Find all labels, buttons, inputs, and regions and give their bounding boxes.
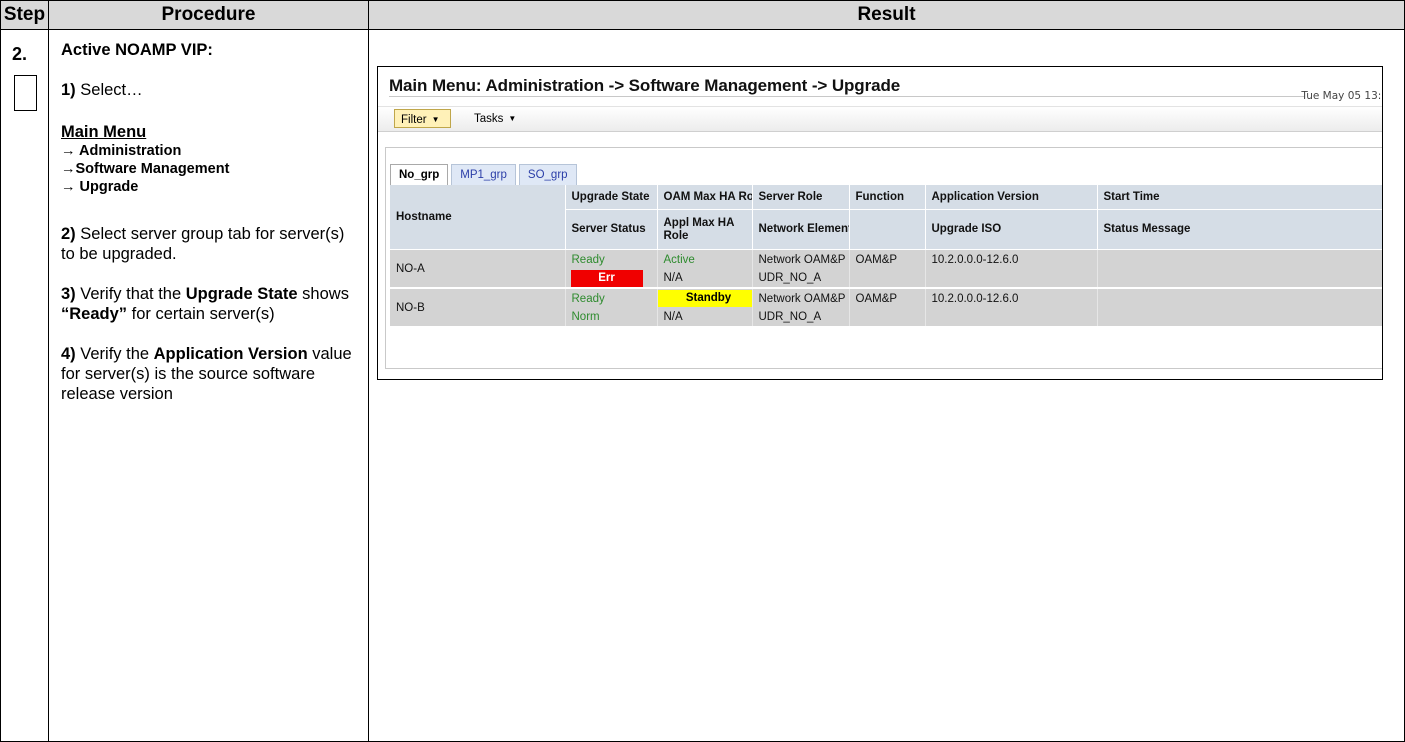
upgrade-table: Hostname Upgrade State OAM Max HA Role S… bbox=[390, 185, 1382, 326]
screen-title: Main Menu: Administration -> Software Ma… bbox=[389, 76, 901, 95]
network-element-cell: UDR_NO_A bbox=[752, 269, 850, 288]
tab-mp1-grp[interactable]: MP1_grp bbox=[451, 164, 516, 185]
step-header: Step bbox=[0, 0, 49, 30]
tasks-button[interactable]: Tasks ▼ bbox=[474, 109, 516, 128]
status-message-cell bbox=[1097, 269, 1382, 288]
blank-cell bbox=[849, 269, 926, 288]
status-message-cell bbox=[1097, 308, 1382, 326]
blank-cell bbox=[849, 308, 926, 326]
tab-no-grp[interactable]: No_grp bbox=[390, 164, 449, 187]
menu-item-upgrade: → Upgrade bbox=[61, 179, 139, 195]
application-version-cell: 10.2.0.0.0-12.6.0 bbox=[925, 287, 1098, 308]
network-element-cell: UDR_NO_A bbox=[752, 308, 850, 326]
col-oam-max-ha-role[interactable]: OAM Max HA Role bbox=[657, 185, 753, 210]
title-divider bbox=[389, 96, 1304, 97]
menu-title: Main Menu bbox=[61, 123, 147, 141]
start-time-cell bbox=[1097, 287, 1382, 308]
status-badge: Err bbox=[570, 269, 643, 287]
function-cell: OAM&P bbox=[849, 287, 926, 308]
col-server-status[interactable]: Server Status bbox=[565, 209, 658, 250]
appl-max-ha-role-cell: N/A bbox=[657, 308, 753, 326]
role-badge: Standby bbox=[657, 290, 751, 307]
hostname-cell: NO-A bbox=[390, 249, 566, 288]
step-3: 3) Verify that the Upgrade State shows “… bbox=[61, 285, 349, 323]
col-network-element[interactable]: Network Element bbox=[752, 209, 850, 250]
filter-dropdown-icon: ▼ bbox=[431, 115, 440, 124]
server-role-cell: Network OAM&P bbox=[752, 287, 850, 308]
col-server-role[interactable]: Server Role bbox=[752, 185, 850, 210]
result-header: Result bbox=[368, 0, 1405, 30]
oam-max-ha-role-cell: Active bbox=[657, 249, 753, 269]
col-start-time[interactable]: Start Time bbox=[1097, 185, 1382, 210]
col-status-message[interactable]: Status Message bbox=[1097, 209, 1382, 250]
upgrade-iso-cell bbox=[925, 308, 1098, 326]
col-upgrade-state[interactable]: Upgrade State bbox=[565, 185, 658, 210]
col-hostname[interactable]: Hostname bbox=[390, 185, 566, 250]
table-row[interactable]: NO-A Ready Active Network OAM&P OAM&P 10… bbox=[390, 249, 1382, 288]
step-cell: 2. bbox=[0, 29, 49, 742]
col-blank bbox=[849, 209, 926, 250]
col-application-version[interactable]: Application Version bbox=[925, 185, 1098, 210]
tab-so-grp[interactable]: SO_grp bbox=[518, 164, 577, 185]
toolbar: Filter ▼ Tasks ▼ bbox=[378, 106, 1382, 132]
datetime-label: Tue May 05 13:3 bbox=[1301, 90, 1383, 102]
table-row[interactable]: NO-B Ready Standby Network OAM&P OAM&P 1… bbox=[390, 287, 1382, 326]
server-status-cell: Err bbox=[565, 269, 658, 288]
upgrade-state-cell: Ready bbox=[565, 287, 658, 308]
appl-max-ha-role-cell: N/A bbox=[657, 269, 753, 288]
application-version-cell: 10.2.0.0.0-12.6.0 bbox=[925, 249, 1098, 269]
tab-panel: No_grp MP1_grp SO_grp Hostname Upgrade S… bbox=[385, 147, 1382, 369]
step-number: 2. bbox=[12, 44, 28, 64]
col-upgrade-iso[interactable]: Upgrade ISO bbox=[925, 209, 1098, 250]
server-role-cell: Network OAM&P bbox=[752, 249, 850, 269]
col-function[interactable]: Function bbox=[849, 185, 926, 210]
upgrade-screenshot: Main Menu: Administration -> Software Ma… bbox=[377, 66, 1383, 380]
step-1: 1) Select… bbox=[61, 81, 143, 99]
server-status-cell: Norm bbox=[565, 308, 658, 326]
menu-item-software-management: →Software Management bbox=[61, 161, 230, 177]
start-time-cell bbox=[1097, 249, 1382, 269]
step-4: 4) Verify the Application Version value … bbox=[61, 345, 352, 403]
filter-button[interactable]: Filter ▼ bbox=[394, 109, 451, 128]
col-appl-max-ha-role[interactable]: Appl Max HA Role bbox=[657, 209, 753, 250]
tasks-dropdown-icon: ▼ bbox=[508, 114, 517, 123]
menu-item-administration: → Administration bbox=[61, 143, 182, 159]
function-cell: OAM&P bbox=[849, 249, 926, 269]
procedure-header: Procedure bbox=[48, 0, 369, 30]
hostname-cell: NO-B bbox=[390, 287, 566, 326]
upgrade-state-cell: Ready bbox=[565, 249, 658, 269]
procedure-cell: Active NOAMP VIP: 1) Select… Main Menu →… bbox=[48, 29, 369, 742]
oam-max-ha-role-cell: Standby bbox=[657, 287, 753, 308]
step-2: 2) Select server group tab for server(s)… bbox=[61, 225, 345, 263]
step-checkbox[interactable] bbox=[14, 75, 37, 111]
procedure-heading: Active NOAMP VIP: bbox=[61, 41, 213, 59]
server-group-tabs: No_grp MP1_grp SO_grp bbox=[390, 164, 580, 187]
upgrade-iso-cell bbox=[925, 269, 1098, 288]
